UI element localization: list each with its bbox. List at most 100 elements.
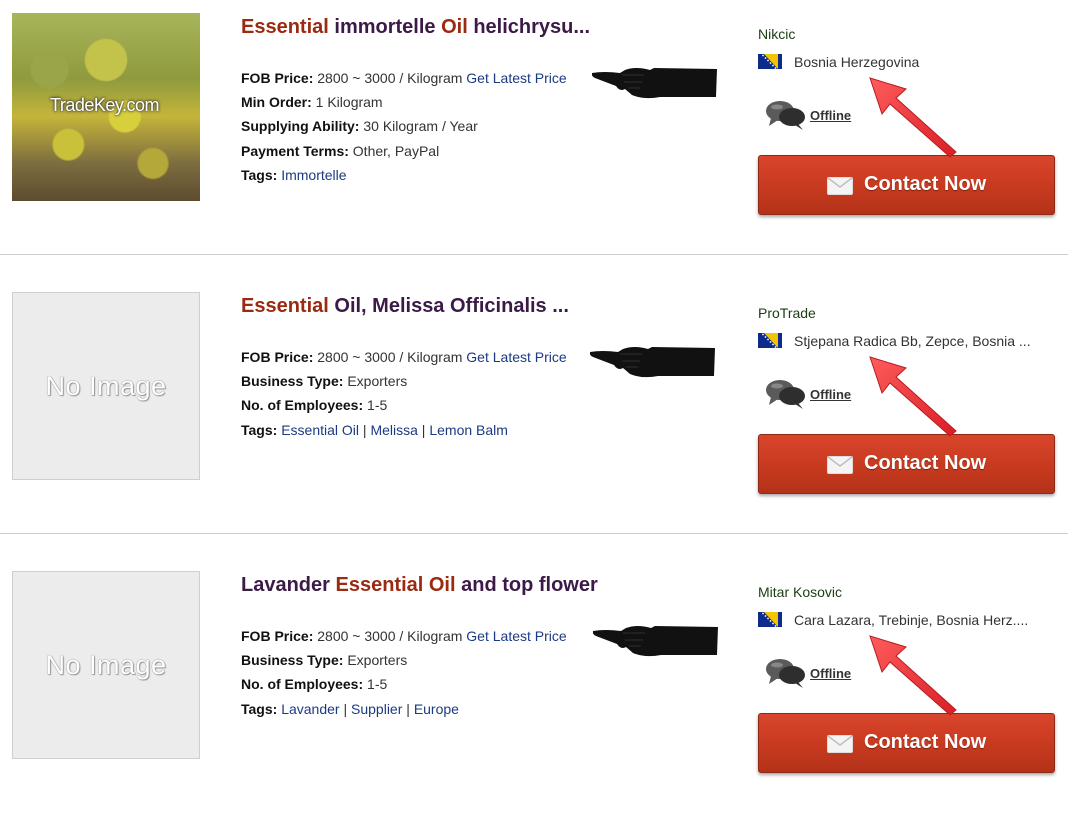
contact-now-button[interactable]: Contact Now [758,155,1055,215]
tag-separator: | [339,700,352,717]
chat-bubbles-icon [766,659,805,688]
spec-key: FOB Price: [241,349,314,365]
title-text[interactable]: immortelle [329,16,441,38]
red-arrow-icon [869,77,957,158]
spec-key: Min Order: [241,94,312,111]
spec-row: No. of Employees: 1-5 [241,672,567,696]
contact-now-button[interactable]: Contact Now [758,713,1055,773]
get-latest-price-link[interactable]: Get Latest Price [466,349,566,365]
spec-value: Other, PayPal [352,142,440,159]
pointing-hand-icon [593,626,718,657]
contact-now-label[interactable]: Contact Now [864,452,986,475]
listing-divider [0,533,1068,534]
tags-row: Tags: Immortelle [241,163,567,187]
spec-value: 2800 ~ 3000 / Kilogram [317,628,463,644]
status-label[interactable]: Offline [810,666,851,681]
spec-value: Exporters [347,652,408,669]
product-listing: No Image Essential Oil, Melissa Officina… [0,279,1068,558]
product-image[interactable]: No Image [12,571,200,759]
spec-row: FOB Price: 2800 ~ 3000 / Kilogram Get La… [241,345,567,369]
title-keyword[interactable]: Oil [441,16,468,38]
title-text[interactable]: Oil, Melissa Officinalis ... [329,295,569,317]
spec-key: No. of Employees: [241,676,364,693]
product-image[interactable]: No Image [12,292,200,480]
tag-separator: | [402,700,414,717]
title-keyword[interactable]: Essential [241,16,329,38]
tag-link[interactable]: Immortelle [281,167,346,183]
chat-bubbles-icon [766,101,805,130]
status-label[interactable]: Offline [810,387,851,402]
tag-separator: | [359,421,371,438]
tags-label: Tags: [241,700,278,717]
location-text: Cara Lazara, Trebinje, Bosnia Herz.... [794,612,1029,628]
spec-row: FOB Price: 2800 ~ 3000 / Kilogram Get La… [241,624,567,648]
seller-location: Stjepana Radica Bb, Zepce, Bosnia ... [758,333,1031,349]
spec-key: FOB Price: [241,628,314,644]
product-image[interactable]: TradeKey.com [12,13,200,201]
tag-link[interactable]: Europe [414,701,459,717]
listing-divider [0,254,1068,255]
spec-row: FOB Price: 2800 ~ 3000 / Kilogram Get La… [241,66,567,90]
spec-row: No. of Employees: 1-5 [241,393,567,417]
product-listing: TradeKey.com Essential immortelle Oil he… [0,0,1068,279]
spec-key: FOB Price: [241,70,314,86]
title-text[interactable]: and top flower [456,574,598,596]
spec-key: Business Type: [241,652,344,669]
contact-now-button[interactable]: Contact Now [758,434,1055,494]
online-status[interactable]: Offline [765,98,875,134]
no-image-placeholder: No Image [45,371,167,401]
title-keyword[interactable]: Essential [241,295,329,317]
spec-row: Supplying Ability: 30 Kilogram / Year [241,114,567,138]
location-text: Bosnia Herzegovina [794,54,920,70]
product-title[interactable]: Essential immortelle Oil helichrysu... [241,16,590,39]
image-watermark: TradeKey.com [50,95,160,115]
no-image-placeholder: No Image [45,650,167,680]
bosnia-flag-icon [758,333,782,348]
spec-value: 1-5 [367,397,388,414]
tags-row: Tags: Essential Oil | Melissa | Lemon Ba… [241,418,567,442]
seller-name[interactable]: Nikcic [758,26,795,42]
spec-row: Payment Terms: Other, PayPal [241,139,567,163]
product-title[interactable]: Lavander Essential Oil and top flower [241,574,598,597]
spec-row: Business Type: Exporters [241,648,567,672]
bosnia-flag-icon [758,54,782,69]
spec-value: 2800 ~ 3000 / Kilogram [317,349,463,365]
tag-link[interactable]: Essential Oil [281,422,359,438]
spec-value: 1-5 [367,676,388,693]
product-specs: FOB Price: 2800 ~ 3000 / Kilogram Get La… [241,624,567,721]
title-text[interactable]: helichrysu... [468,16,590,38]
title-keyword[interactable]: Essential Oil [335,574,455,596]
tag-separator: | [417,421,430,438]
spec-value: 2800 ~ 3000 / Kilogram [317,70,463,86]
seller-location: Cara Lazara, Trebinje, Bosnia Herz.... [758,612,1028,628]
tag-link[interactable]: Supplier [351,701,402,717]
get-latest-price-link[interactable]: Get Latest Price [466,70,566,86]
location-text: Stjepana Radica Bb, Zepce, Bosnia ... [794,333,1031,349]
envelope-icon [827,177,853,195]
spec-key: Payment Terms: [241,142,349,159]
pointing-hand-icon [590,347,715,378]
seller-name[interactable]: ProTrade [758,305,816,321]
product-title[interactable]: Essential Oil, Melissa Officinalis ... [241,295,569,318]
product-specs: FOB Price: 2800 ~ 3000 / Kilogram Get La… [241,345,567,442]
spec-value: 1 Kilogram [315,94,383,111]
red-arrow-icon [869,635,957,716]
seller-location: Bosnia Herzegovina [758,54,919,70]
contact-now-label[interactable]: Contact Now [864,731,986,754]
red-arrow-icon [869,356,957,437]
spec-key: Business Type: [241,373,344,390]
spec-row: Min Order: 1 Kilogram [241,90,567,114]
contact-now-label[interactable]: Contact Now [864,173,986,196]
tags-label: Tags: [241,421,278,438]
online-status[interactable]: Offline [765,656,875,692]
seller-name[interactable]: Mitar Kosovic [758,584,842,600]
tag-link[interactable]: Lemon Balm [429,422,508,438]
product-specs: FOB Price: 2800 ~ 3000 / Kilogram Get La… [241,66,567,187]
online-status[interactable]: Offline [765,377,875,413]
tag-link[interactable]: Melissa [370,422,417,438]
pointing-hand-icon [592,68,717,99]
status-label[interactable]: Offline [810,108,851,123]
title-text[interactable]: Lavander [241,574,335,596]
get-latest-price-link[interactable]: Get Latest Price [466,628,566,644]
tag-link[interactable]: Lavander [281,701,339,717]
